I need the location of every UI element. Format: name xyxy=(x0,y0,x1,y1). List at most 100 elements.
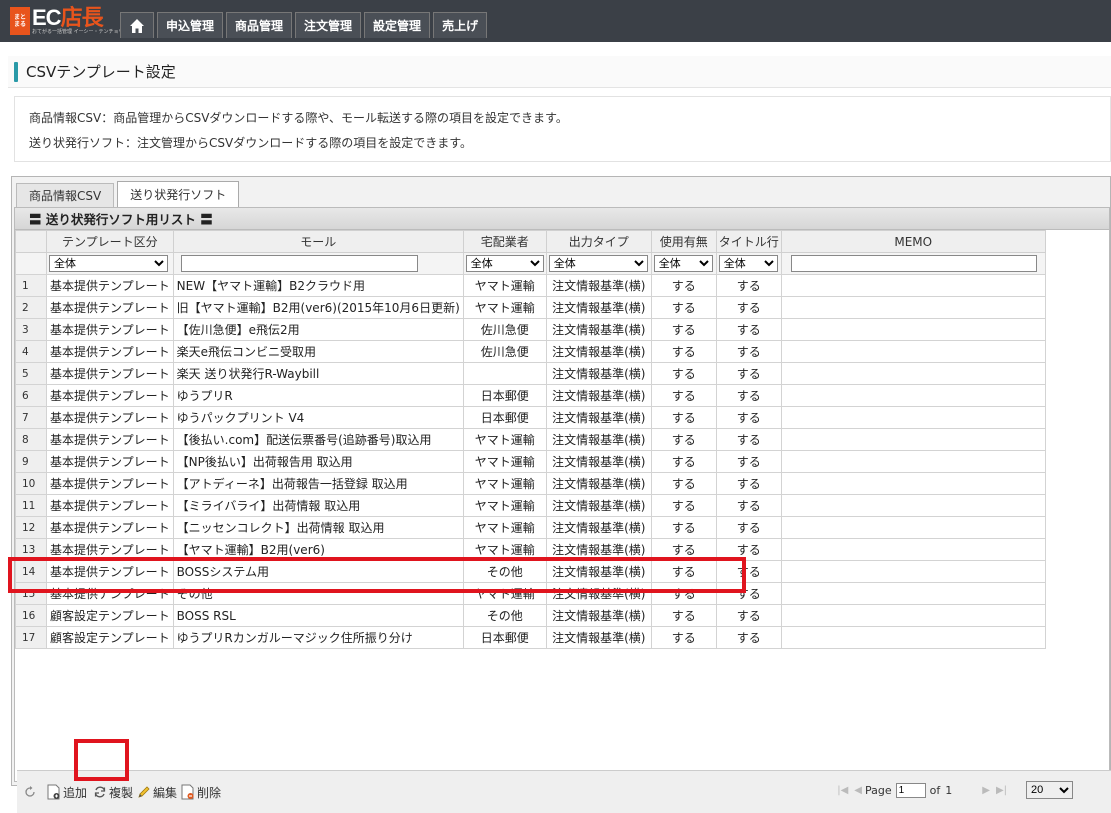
mall-cell: 【ミライバライ】出荷情報 取込用 xyxy=(172,494,464,517)
nav-orders[interactable]: 注文管理 xyxy=(295,12,362,38)
carrier-cell xyxy=(462,362,547,385)
output-type-cell: 注文情報基準(横) xyxy=(545,340,652,363)
mall-cell: 【NP後払い】出荷報告用 取込用 xyxy=(172,450,464,473)
filter-memo-input[interactable] xyxy=(790,255,1037,272)
memo-cell xyxy=(780,516,1046,539)
logo-tencho: 店長 xyxy=(60,5,104,30)
memo-cell xyxy=(780,582,1046,605)
header-title-row[interactable]: タイトル行 xyxy=(715,230,782,253)
mall-cell: ゆうプリRカンガルーマジック住所振り分け xyxy=(172,626,464,649)
page-number-input[interactable] xyxy=(895,782,926,798)
header-template-type[interactable]: テンプレート区分 xyxy=(46,230,174,253)
header-memo[interactable]: MEMO xyxy=(780,230,1046,253)
carrier-cell: 日本郵便 xyxy=(462,384,547,407)
mall-cell: 楽天e飛伝コンビニ受取用 xyxy=(172,340,464,363)
carrier-cell: ヤマト運輸 xyxy=(462,274,547,297)
template-type-cell: 基本提供テンプレート xyxy=(46,516,174,539)
title-row-cell: する xyxy=(715,406,782,429)
tab-product-csv[interactable]: 商品情報CSV xyxy=(16,183,115,207)
page-size-select[interactable]: 20 xyxy=(1026,781,1073,799)
grid-toolbar: 追加 複製 編集 削除 |◀ ◀ Page 1 of 1 ▶ ▶| 20 xyxy=(17,770,1111,813)
add-button[interactable]: 追加 xyxy=(47,784,87,801)
nav-settings[interactable]: 設定管理 xyxy=(364,12,431,38)
row-number: 5 xyxy=(15,362,47,385)
row-number: 9 xyxy=(15,450,47,473)
nav-home-button[interactable] xyxy=(120,12,154,38)
last-page-icon[interactable]: ▶| xyxy=(996,785,1007,796)
memo-cell xyxy=(780,384,1046,407)
template-type-cell: 基本提供テンプレート xyxy=(46,274,174,297)
table-row[interactable]: 8 基本提供テンプレート 【後払い.com】配送伝票番号(追跡番号)取込用 ヤマト運輸… xyxy=(15,428,1046,451)
table-row[interactable]: 10 基本提供テンプレート 【アトディーネ】出荷報告一括登録 取込用 ヤマト運輸 注文情… xyxy=(15,472,1046,495)
description-box: 商品情報CSV：商品管理からCSVダウンロードする際や、モール転送する際の項目を… xyxy=(14,96,1111,162)
table-row[interactable]: 12 基本提供テンプレート 【ニッセンコレクト】出荷情報 取込用 ヤマト運輸 注文情報基… xyxy=(15,516,1046,539)
row-number: 12 xyxy=(15,516,47,539)
copy-button[interactable]: 複製 xyxy=(93,784,133,801)
table-row[interactable]: 9 基本提供テンプレート 【NP後払い】出荷報告用 取込用 ヤマト運輸 注文情報基準(横… xyxy=(15,450,1046,473)
carrier-cell: ヤマト運輸 xyxy=(462,516,547,539)
usage-cell: する xyxy=(650,516,717,539)
table-row[interactable]: 5 基本提供テンプレート 楽天 送り状発行R-Waybill 注文情報基準(横) するす… xyxy=(15,362,1046,385)
memo-cell xyxy=(780,494,1046,517)
output-type-cell: 注文情報基準(横) xyxy=(545,626,652,649)
usage-cell: する xyxy=(650,296,717,319)
page-title: CSVテンプレート設定 xyxy=(26,63,176,81)
table-row[interactable]: 16 顧客設定テンプレート BOSS RSL その他 注文情報基準(横) する する xyxy=(15,604,1046,627)
table-row[interactable]: 11 基本提供テンプレート 【ミライバライ】出荷情報 取込用 ヤマト運輸 注文情報基準(… xyxy=(15,494,1046,517)
table-row[interactable]: 1 基本提供テンプレート NEW【ヤマト運輸】B2クラウド用 ヤマト運輸 注文情報基準(… xyxy=(15,274,1046,297)
nav-products[interactable]: 商品管理 xyxy=(226,12,293,38)
header-usage[interactable]: 使用有無 xyxy=(650,230,717,253)
usage-cell: する xyxy=(650,406,717,429)
row-number: 4 xyxy=(15,340,47,363)
delete-icon xyxy=(181,784,195,800)
filter-template-type-select[interactable]: 全体 xyxy=(49,255,168,272)
filter-output-type-select[interactable]: 全体 xyxy=(548,255,648,272)
row-number: 11 xyxy=(15,494,47,517)
filter-title-row-select[interactable]: 全体 xyxy=(718,255,778,272)
header-output-type[interactable]: 出力タイプ xyxy=(545,230,652,253)
table-row[interactable]: 4 基本提供テンプレート 楽天e飛伝コンビニ受取用 佐川急便 注文情報基準(横) する する xyxy=(15,340,1046,363)
title-row-cell: する xyxy=(715,318,782,341)
title-row-cell: する xyxy=(715,516,782,539)
mall-cell: BOSS RSL xyxy=(172,604,464,627)
header-mall[interactable]: モール xyxy=(172,230,464,253)
nav-applications[interactable]: 申込管理 xyxy=(157,12,224,38)
template-type-cell: 基本提供テンプレート xyxy=(46,428,174,451)
title-row-cell: する xyxy=(715,274,782,297)
mall-cell: ゆうパックプリント V4 xyxy=(172,406,464,429)
nav-sales[interactable]: 売上げ xyxy=(433,12,488,38)
header-carrier[interactable]: 宅配業者 xyxy=(462,230,547,253)
table-row[interactable]: 17 顧客設定テンプレート ゆうプリRカンガルーマジック住所振り分け 日本郵便 注文情報… xyxy=(15,626,1046,649)
filter-row: 全体 全体 全体 全体 全体 xyxy=(15,252,1046,275)
refresh-button[interactable] xyxy=(23,784,39,800)
row-number: 16 xyxy=(15,604,47,627)
grid-container: 〓 送り状発行ソフト用リスト 〓 テンプレート区分 モール 宅配業者 出力タイプ… xyxy=(14,207,1111,813)
next-page-icon[interactable]: ▶ xyxy=(982,785,990,796)
description-line-product-csv: 商品情報CSV：商品管理からCSVダウンロードする際や、モール転送する際の項目を… xyxy=(29,111,568,125)
filter-carrier-select[interactable]: 全体 xyxy=(465,255,544,272)
memo-cell xyxy=(780,538,1046,561)
output-type-cell: 注文情報基準(横) xyxy=(545,428,652,451)
row-number: 17 xyxy=(15,626,47,649)
output-type-cell: 注文情報基準(横) xyxy=(545,296,652,319)
app-logo[interactable]: まと まる EC店長 おてがる一括管理 イーシー・テンチョウ xyxy=(10,6,124,36)
table-row[interactable]: 2 基本提供テンプレート 旧【ヤマト運輸】B2用(ver6)(2015年10月6日更… xyxy=(15,296,1046,319)
usage-cell: する xyxy=(650,626,717,649)
table-row[interactable]: 3 基本提供テンプレート 【佐川急便】e飛伝2用 佐川急便 注文情報基準(横) する する xyxy=(15,318,1046,341)
title-row-cell: する xyxy=(715,626,782,649)
edit-button[interactable]: 編集 xyxy=(137,784,177,801)
memo-cell xyxy=(780,626,1046,649)
table-row[interactable]: 6 基本提供テンプレート ゆうプリR 日本郵便 注文情報基準(横) する する xyxy=(15,384,1046,407)
filter-mall-input[interactable] xyxy=(180,255,418,272)
table-row[interactable]: 7 基本提供テンプレート ゆうパックプリント V4 日本郵便 注文情報基準(横) する する xyxy=(15,406,1046,429)
output-type-cell: 注文情報基準(横) xyxy=(545,274,652,297)
row-number: 6 xyxy=(15,384,47,407)
delete-button[interactable]: 削除 xyxy=(181,784,221,801)
first-page-icon[interactable]: |◀ xyxy=(837,785,848,796)
memo-cell xyxy=(780,560,1046,583)
row-number: 3 xyxy=(15,318,47,341)
tab-shipping-soft[interactable]: 送り状発行ソフト xyxy=(117,181,240,207)
list-title: 〓 送り状発行ソフト用リスト 〓 xyxy=(15,208,1109,230)
prev-page-icon[interactable]: ◀ xyxy=(854,785,862,796)
filter-usage-select[interactable]: 全体 xyxy=(653,255,713,272)
